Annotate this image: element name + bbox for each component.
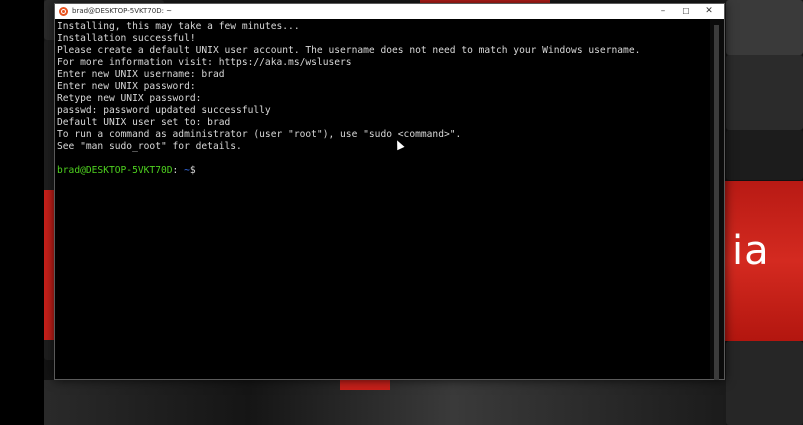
terminal-line: Please create a default UNIX user accoun… (57, 45, 641, 56)
terminal-line: To run a command as administrator (user … (57, 129, 462, 140)
terminal-line: See "man sudo_root" for details. (57, 141, 242, 152)
window-title: brad@DESKTOP-5VKT70D: ~ (72, 7, 173, 15)
terminal-line: Installing, this may take a few minutes.… (57, 21, 300, 32)
scrollbar-thumb[interactable] (714, 25, 719, 380)
prompt-path: ~ (178, 165, 190, 176)
wallpaper-banner-text: ia (732, 228, 770, 274)
terminal-window[interactable]: brad@DESKTOP-5VKT70D: ~ – ☐ ✕ Installing… (54, 3, 725, 380)
terminal-line: For more information visit: https://aka.… (57, 57, 352, 68)
wallpaper-tile (726, 130, 803, 180)
title-bar[interactable]: brad@DESKTOP-5VKT70D: ~ – ☐ ✕ (55, 4, 724, 19)
maximize-button[interactable]: ☐ (675, 4, 697, 19)
terminal-line: passwd: password updated successfully (57, 105, 271, 116)
terminal-output[interactable]: Installing, this may take a few minutes.… (55, 19, 710, 379)
minimize-button[interactable]: – (652, 4, 674, 19)
wallpaper-tile (726, 341, 803, 425)
wallpaper-tile (726, 0, 803, 55)
shell-prompt[interactable]: brad@DESKTOP-5VKT70D: ~$ (57, 165, 708, 177)
wallpaper-tile (726, 55, 803, 130)
prompt-user-host: brad@DESKTOP-5VKT70D (57, 165, 173, 176)
close-button[interactable]: ✕ (698, 4, 720, 19)
letterbox-left (0, 0, 44, 425)
terminal-line: Installation successful! (57, 33, 196, 44)
terminal-line: Enter new UNIX password: (57, 81, 196, 92)
terminal-line: Default UNIX user set to: brad (57, 117, 231, 128)
terminal-line: Retype new UNIX password: (57, 93, 202, 104)
ubuntu-icon (59, 7, 68, 16)
terminal-line: Enter new UNIX username: brad (57, 69, 225, 80)
vertical-scrollbar[interactable] (710, 19, 724, 380)
wallpaper-red-strip (340, 380, 390, 390)
prompt-symbol: $ (189, 165, 196, 176)
